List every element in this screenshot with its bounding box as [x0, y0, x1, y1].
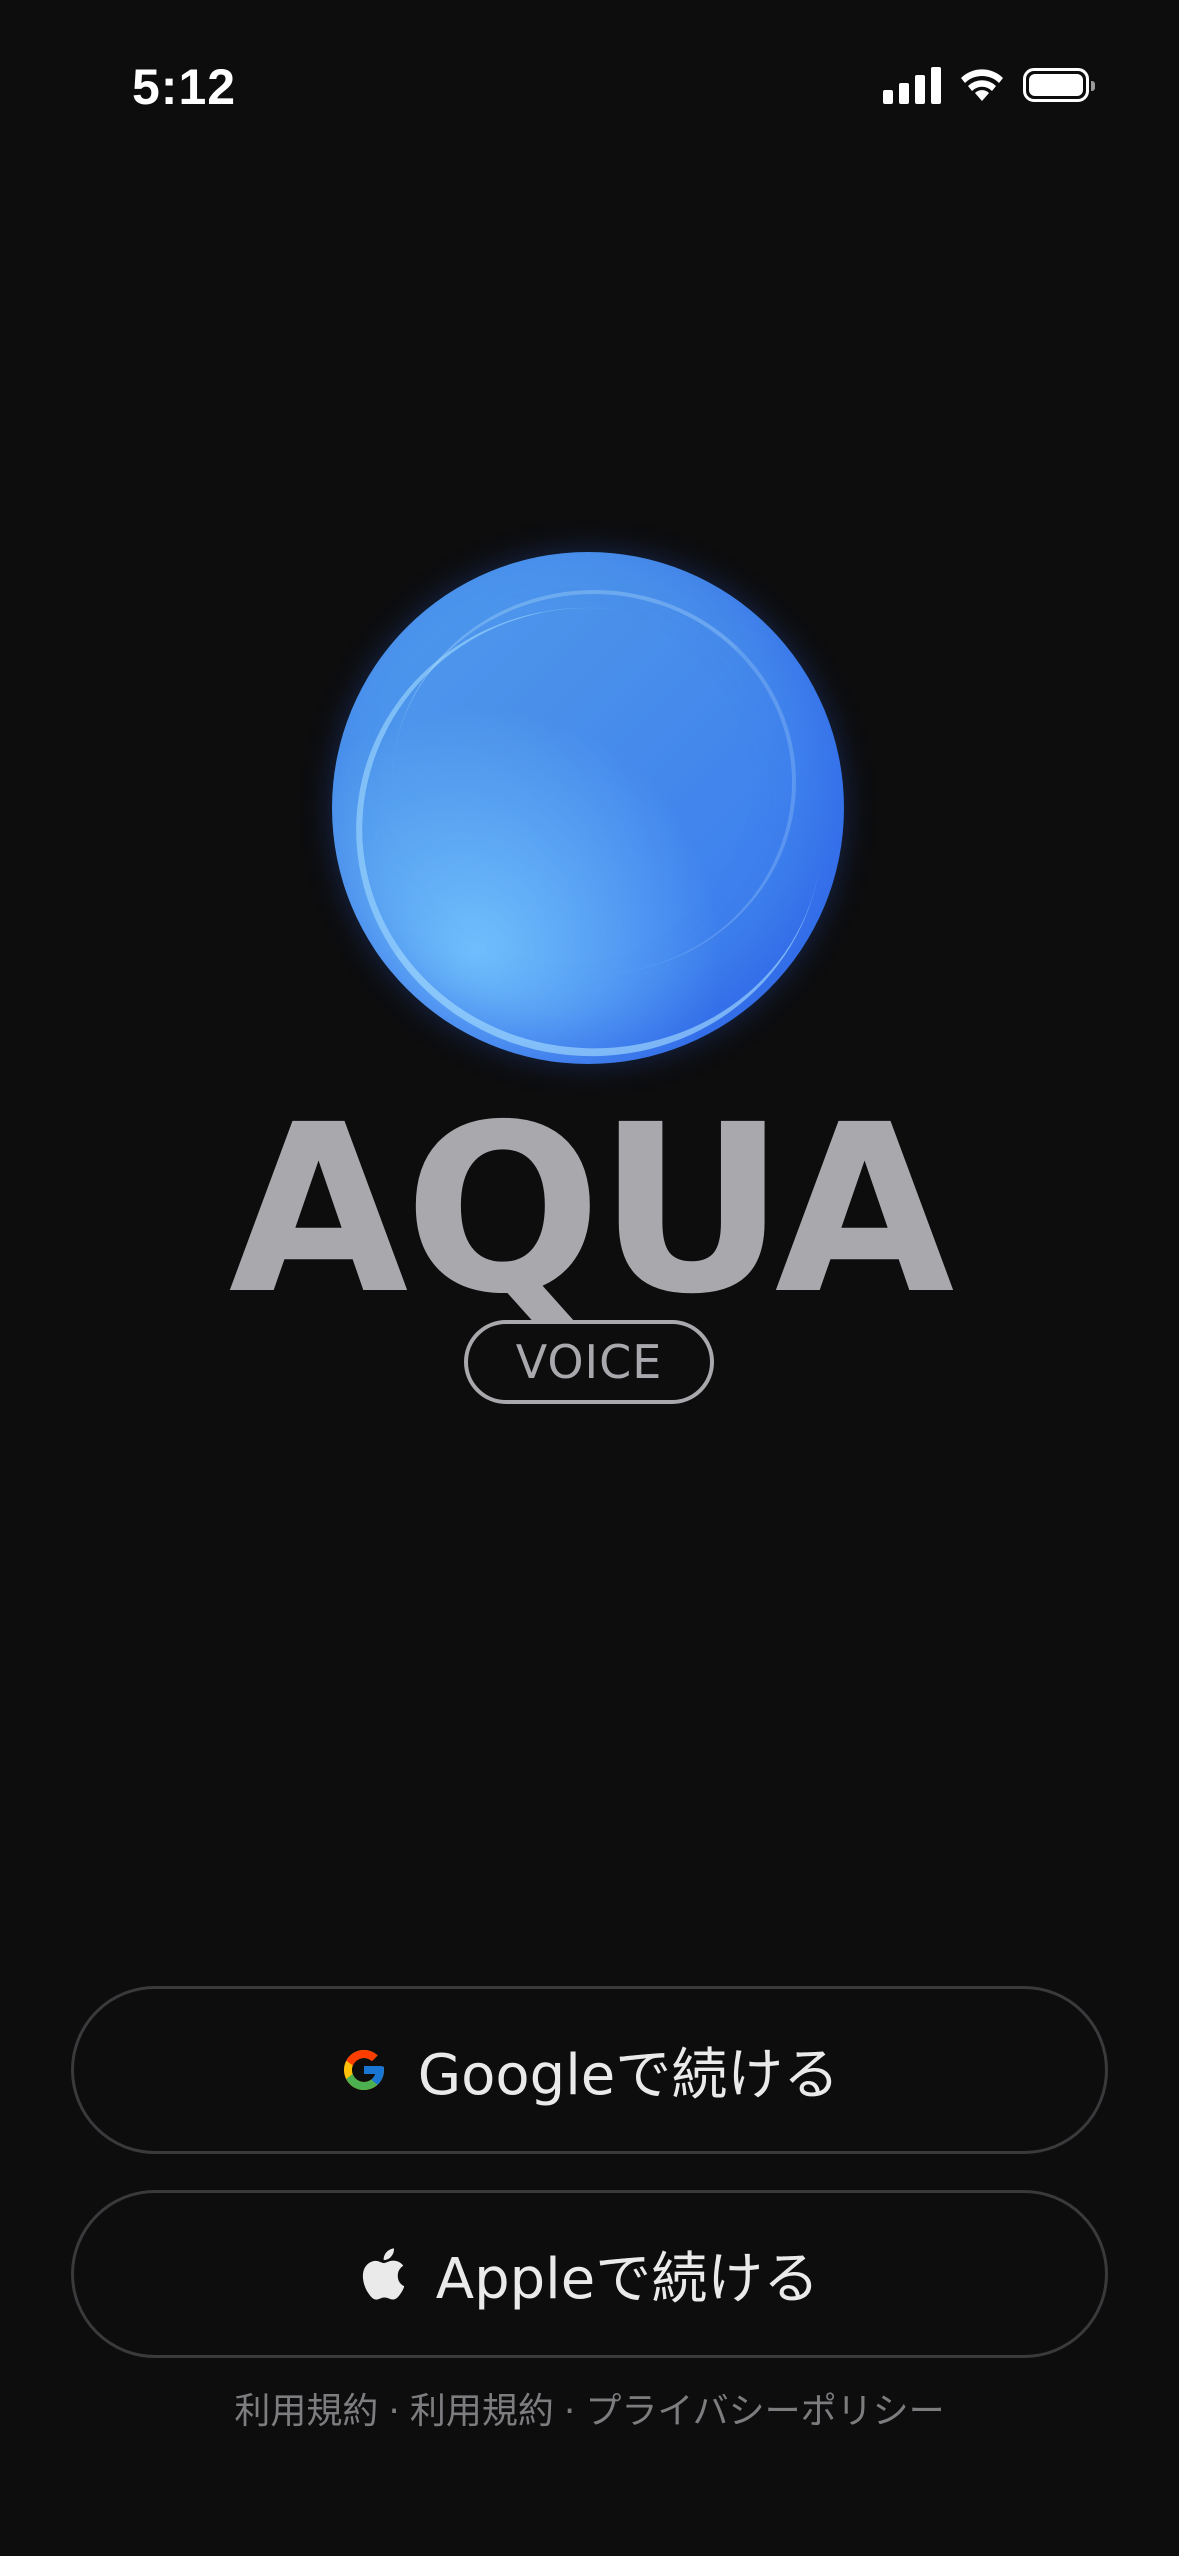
status-time: 5:12 [132, 59, 237, 115]
terms-link-2[interactable]: 利用規約 [410, 2391, 554, 2432]
continue-with-apple-button[interactable]: Appleで続ける [71, 2190, 1108, 2358]
separator: · [563, 2391, 576, 2432]
separator: · [388, 2391, 400, 2432]
continue-with-google-button[interactable]: Googleで続ける [71, 1986, 1108, 2154]
aqua-orb-logo [332, 552, 844, 1064]
voice-badge: VOICE [464, 1320, 714, 1404]
legal-links: 利用規約 · 利用規約 · プライバシーポリシー [0, 2382, 1179, 2434]
google-g-icon [343, 2050, 384, 2090]
apple-logo-icon [362, 2248, 405, 2300]
cellular-signal-icon [883, 66, 941, 104]
status-icons [883, 66, 1095, 104]
privacy-policy-link[interactable]: プライバシーポリシー [585, 2391, 944, 2432]
battery-icon [1023, 68, 1095, 102]
google-button-label: Googleで続ける [417, 2042, 840, 2108]
apple-button-label: Appleで続ける [435, 2246, 820, 2312]
app-title: AQUA [228, 1075, 955, 1345]
wifi-icon [961, 69, 1003, 101]
terms-link[interactable]: 利用規約 [234, 2391, 378, 2432]
